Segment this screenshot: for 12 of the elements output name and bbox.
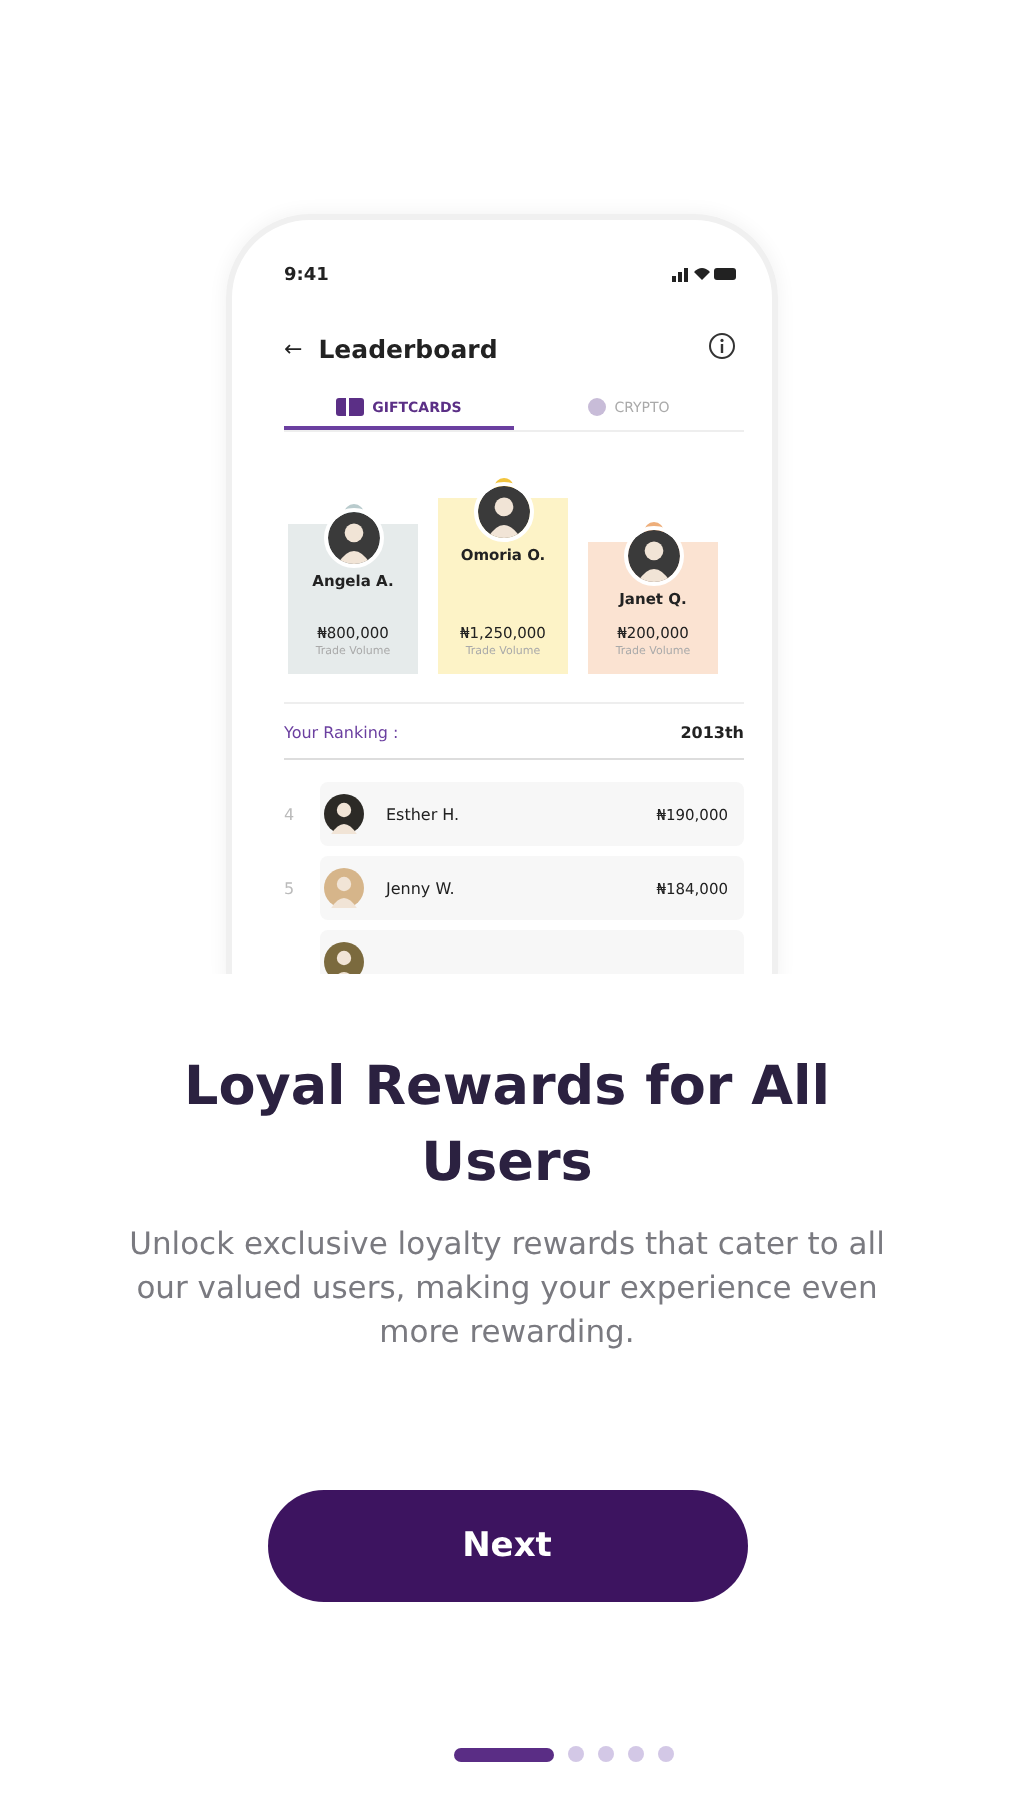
next-button[interactable]: Next — [267, 1490, 747, 1602]
rank-number: 5 — [284, 879, 297, 897]
ranking-label: Your Ranking : — [284, 724, 399, 742]
back-button[interactable]: ← — [284, 336, 303, 362]
status-time: 9:41 — [284, 266, 329, 286]
rank-number: 4 — [284, 805, 297, 823]
user-name: Jenny W. — [386, 879, 457, 897]
screen-title: Leaderboard — [318, 334, 500, 364]
onboarding-title: Loyal Rewards for All Users — [181, 1054, 833, 1198]
user-name: Esther H. — [386, 805, 462, 823]
ranking-value: 2013th — [680, 724, 744, 742]
onboarding-description: Unlock exclusive loyalty rewards that cater to all our valued users, making your experience even more rewarding. — [127, 1224, 887, 1354]
